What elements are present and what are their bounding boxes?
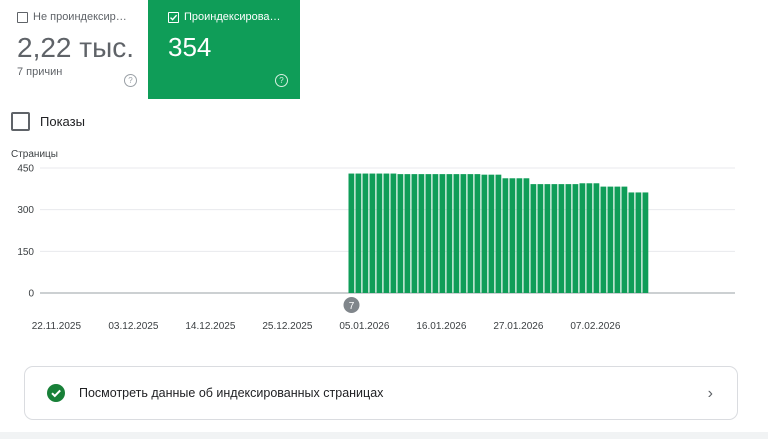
y-tick-label: 150 [17, 247, 34, 258]
checkbox-unchecked-icon[interactable] [11, 112, 30, 131]
indexed-value: 354 [168, 32, 212, 62]
bar[interactable] [460, 174, 467, 293]
bar[interactable] [614, 186, 621, 293]
bar[interactable] [488, 174, 495, 293]
check-circle-icon [47, 384, 65, 402]
bar[interactable] [502, 178, 509, 293]
bar[interactable] [523, 178, 530, 293]
help-icon[interactable]: ? [124, 74, 137, 87]
impressions-toggle[interactable]: Показы [11, 112, 85, 131]
bar[interactable] [551, 184, 558, 293]
indexed-card[interactable]: Проиндексирова… 354 ? [148, 0, 300, 99]
bar[interactable] [516, 178, 523, 293]
bar[interactable] [586, 183, 593, 293]
bar[interactable] [376, 173, 383, 293]
not-indexed-header: Не проиндексир… [17, 11, 127, 23]
bar[interactable] [348, 173, 355, 293]
x-tick-label: 27.01.2026 [493, 321, 543, 332]
help-icon[interactable]: ? [275, 74, 288, 87]
view-indexed-pages-text: Посмотреть данные об индексированных стр… [79, 386, 384, 400]
summary-cards: Не проиндексир… 2,22 тыс. 7 причин ? Про… [0, 0, 768, 99]
bar[interactable] [509, 178, 516, 293]
bar[interactable] [481, 174, 488, 293]
not-indexed-reasons: 7 причин [17, 66, 63, 78]
bar[interactable] [495, 174, 502, 293]
bar[interactable] [425, 174, 432, 293]
bar[interactable] [628, 192, 635, 293]
bar[interactable] [404, 174, 411, 293]
bar[interactable] [565, 184, 572, 293]
bar[interactable] [635, 192, 642, 293]
bar[interactable] [600, 186, 607, 293]
not-indexed-card[interactable]: Не проиндексир… 2,22 тыс. 7 причин ? [0, 0, 148, 99]
indexed-header: Проиндексирова… [168, 11, 281, 23]
impressions-label: Показы [40, 114, 85, 129]
bar[interactable] [544, 184, 551, 293]
x-tick-label: 03.12.2025 [108, 321, 158, 332]
x-tick-label: 25.12.2025 [262, 321, 312, 332]
x-tick-label: 05.01.2026 [339, 321, 389, 332]
pages-bar-chart: 450 300 150 0 22.11.2025 03.12.2025 14.12.2025… [17, 164, 735, 332]
bar[interactable] [530, 184, 537, 293]
bar[interactable] [621, 186, 628, 293]
bar[interactable] [397, 174, 404, 293]
annotation-label: 7 [349, 301, 355, 312]
indexed-label: Проиндексирова… [184, 11, 281, 23]
not-indexed-label: Не проиндексир… [33, 11, 127, 23]
bar[interactable] [446, 174, 453, 293]
bar[interactable] [432, 174, 439, 293]
bar[interactable] [453, 174, 460, 293]
bar[interactable] [537, 184, 544, 293]
bar[interactable] [390, 173, 397, 293]
bar[interactable] [579, 183, 586, 293]
bar[interactable] [642, 192, 649, 293]
bar[interactable] [607, 186, 614, 293]
bar[interactable] [439, 174, 446, 293]
bar[interactable] [474, 174, 481, 293]
x-tick-label: 16.01.2026 [416, 321, 466, 332]
bar[interactable] [572, 184, 579, 293]
view-indexed-pages-card[interactable]: Посмотреть данные об индексированных стр… [24, 366, 738, 420]
y-tick-label: 0 [28, 289, 34, 300]
cards-spacer [300, 0, 768, 99]
bottom-divider [0, 432, 768, 439]
bar[interactable] [369, 173, 376, 293]
y-axis-title: Страницы [11, 149, 58, 160]
bar[interactable] [383, 173, 390, 293]
bar[interactable] [558, 184, 565, 293]
x-tick-label: 14.12.2025 [185, 321, 235, 332]
checkbox-unchecked-icon[interactable] [17, 11, 28, 23]
checkbox-checked-icon[interactable] [168, 11, 179, 23]
bar[interactable] [418, 174, 425, 293]
bar[interactable] [411, 174, 418, 293]
not-indexed-value: 2,22 тыс. [17, 32, 135, 63]
x-tick-label: 07.02.2026 [570, 321, 620, 332]
y-tick-label: 450 [17, 164, 34, 175]
bar[interactable] [593, 183, 600, 293]
bar[interactable] [467, 174, 474, 293]
y-tick-label: 300 [17, 205, 34, 216]
x-tick-label: 22.11.2025 [32, 321, 82, 332]
chevron-right-icon[interactable]: › [708, 385, 713, 403]
bar[interactable] [355, 173, 362, 293]
bar[interactable] [362, 173, 369, 293]
